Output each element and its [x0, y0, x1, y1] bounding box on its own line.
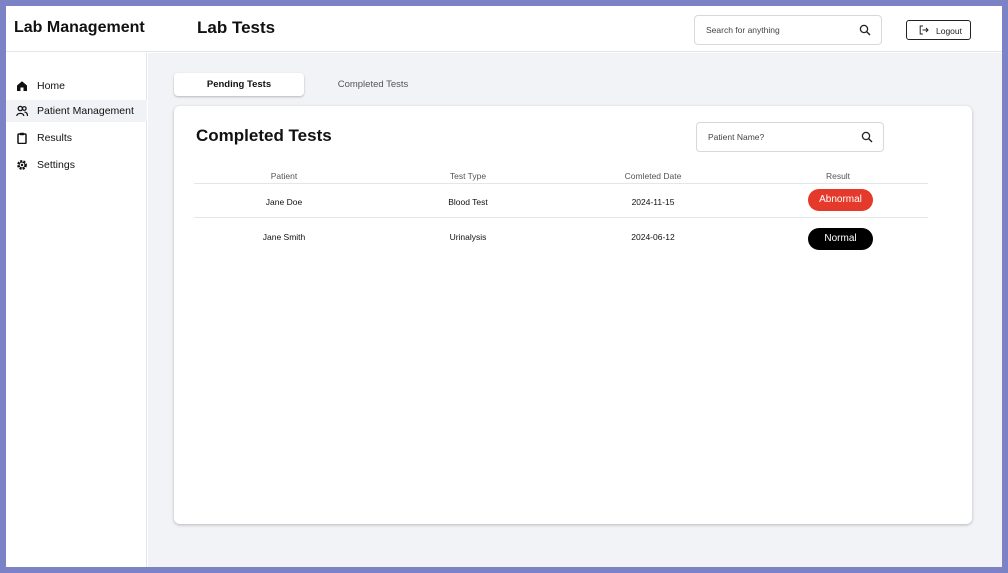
column-header-completed-date: Comleted Date — [624, 171, 682, 181]
column-header-result: Result — [825, 171, 851, 181]
sidebar-item-patient-management[interactable]: Patient Management — [6, 100, 147, 122]
tab-pending-tests[interactable]: Pending Tests — [174, 73, 304, 96]
sidebar-item-label: Patient Management — [37, 105, 134, 117]
column-header-test-type: Test Type — [449, 171, 487, 181]
table-row[interactable]: Jane Doe Blood Test 2024-11-15 Abnormal — [194, 184, 928, 218]
logout-label: Logout — [936, 26, 962, 36]
cell-test-type: Urinalysis — [449, 232, 487, 242]
sidebar-item-results[interactable]: Results — [6, 127, 147, 149]
cell-patient: Jane Smith — [262, 232, 306, 242]
sidebar: Home Patient Management Results Settings — [6, 53, 147, 567]
home-icon — [17, 81, 27, 91]
patient-search-placeholder: Patient Name? — [708, 132, 765, 142]
cell-date: 2024-06-12 — [631, 232, 675, 242]
global-search-input[interactable]: Search for anything — [694, 15, 882, 45]
top-bar: Lab Management Lab Tests Search for anyt… — [6, 6, 1002, 52]
search-placeholder: Search for anything — [706, 25, 780, 35]
sidebar-item-label: Home — [37, 80, 66, 92]
gear-icon — [17, 160, 27, 170]
search-icon — [859, 24, 871, 36]
app-window: Lab Management Lab Tests Search for anyt… — [6, 6, 1002, 567]
table-header: Patient Test Type Comleted Date Result — [194, 168, 928, 184]
logout-button[interactable]: Logout — [906, 20, 971, 40]
sidebar-item-label: Settings — [37, 159, 75, 171]
sidebar-item-label: Results — [37, 132, 73, 144]
cell-date: 2024-11-15 — [631, 197, 675, 207]
cell-patient: Jane Doe — [265, 197, 303, 207]
logout-icon — [919, 25, 929, 35]
column-header-patient: Patient — [270, 171, 298, 181]
completed-tests-card: Completed Tests Patient Name? Patient Te… — [174, 106, 972, 524]
page-title: Lab Tests — [197, 18, 276, 37]
main-content: Pending Tests Completed Tests Completed … — [148, 53, 1002, 567]
cell-test-type: Blood Test — [448, 197, 488, 207]
sidebar-item-settings[interactable]: Settings — [6, 154, 147, 176]
result-badge-abnormal: Abnormal — [808, 189, 873, 211]
result-badge-normal: Normal — [808, 228, 873, 250]
tab-completed-tests[interactable]: Completed Tests — [318, 73, 428, 96]
app-brand: Lab Management — [14, 19, 145, 36]
search-icon — [861, 131, 873, 143]
clipboard-icon — [17, 132, 27, 144]
table-row[interactable]: Jane Smith Urinalysis 2024-06-12 Normal — [194, 219, 928, 253]
users-icon — [16, 105, 28, 117]
card-title: Completed Tests — [196, 126, 332, 145]
sidebar-item-home[interactable]: Home — [6, 75, 147, 97]
patient-search-input[interactable]: Patient Name? — [696, 122, 884, 152]
